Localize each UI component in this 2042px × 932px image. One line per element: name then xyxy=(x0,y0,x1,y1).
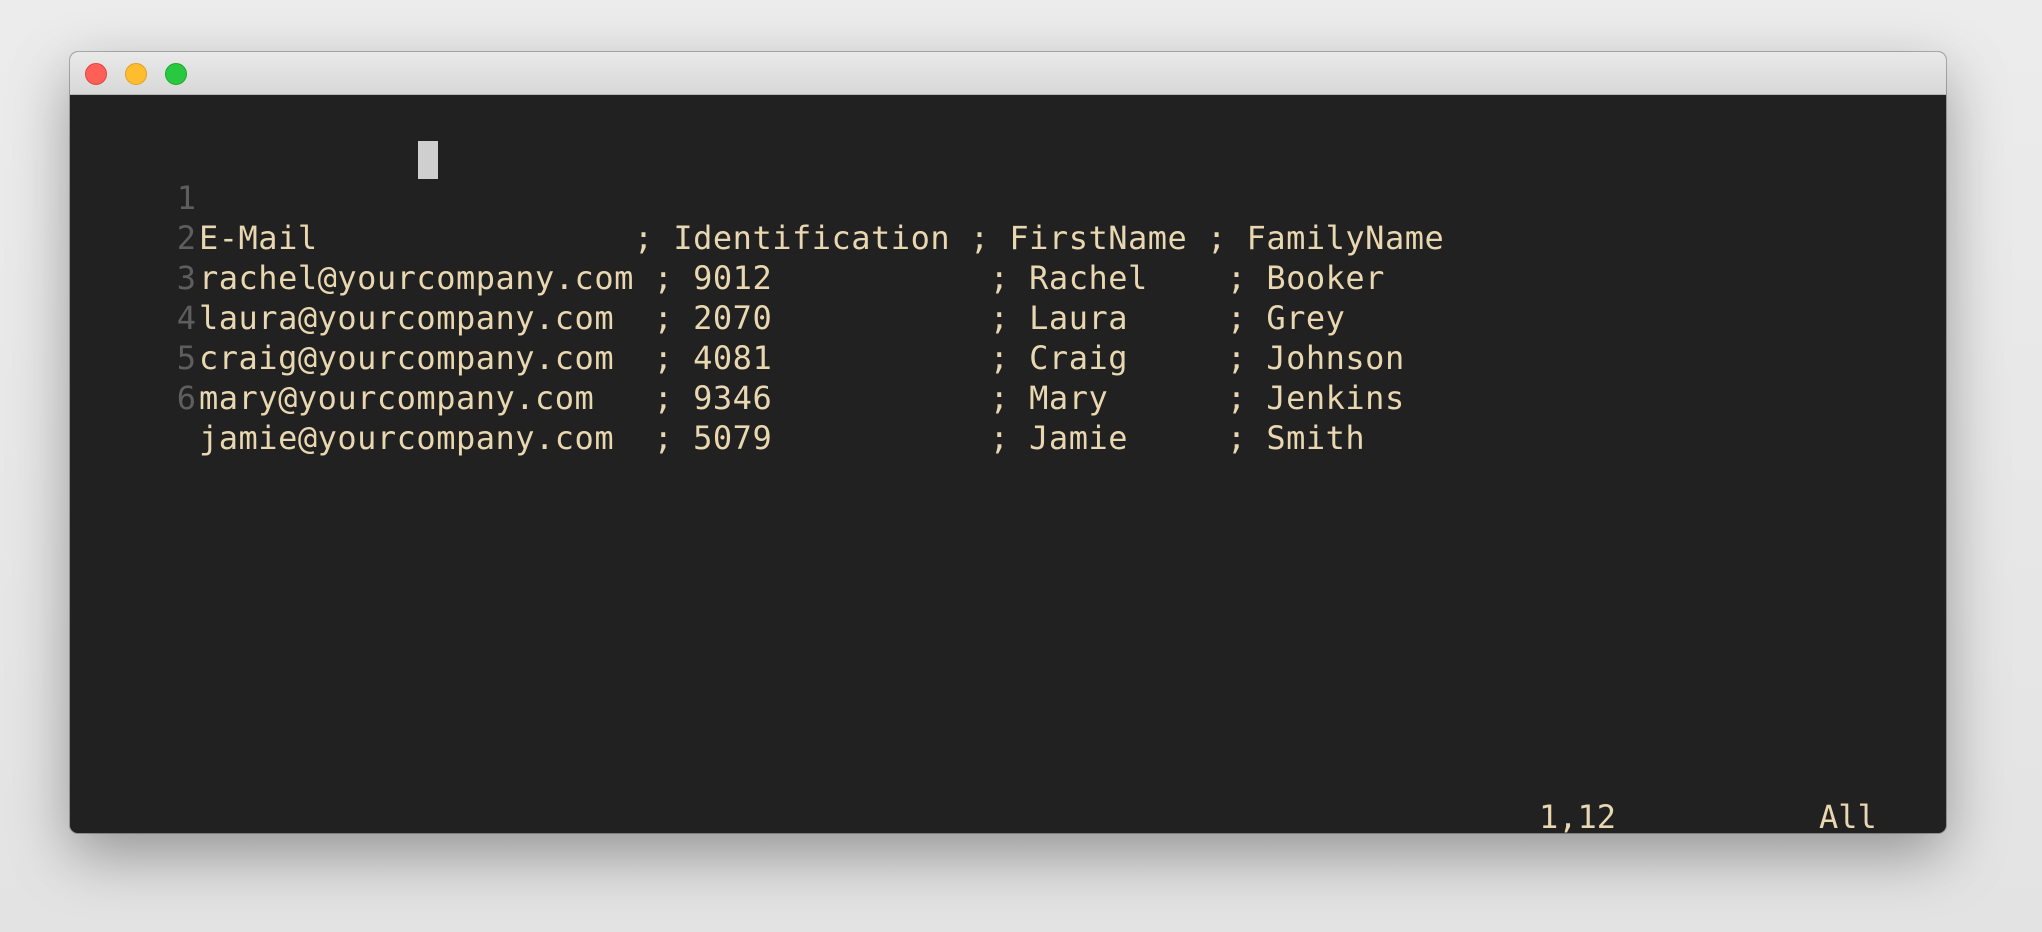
cursor-position: 1,12 xyxy=(1539,798,1617,833)
editor-line[interactable]: 5 mary@yourcompany.com ; 9346 ; Mary ; J… xyxy=(70,298,1404,417)
text-cursor xyxy=(418,141,438,179)
editor-line[interactable]: 6 jamie@yourcompany.com ; 5079 ; Jamie ;… xyxy=(70,338,1365,457)
line-text[interactable]: laura@yourcompany.com ; 2070 ; Laura ; G… xyxy=(199,298,1345,338)
editor-line[interactable]: 3 laura@yourcompany.com ; 2070 ; Laura ;… xyxy=(70,218,1345,337)
terminal-window: 1 E-Mail ; Identification ; FirstName ; … xyxy=(70,52,1946,833)
editor-line[interactable]: 2 rachel@yourcompany.com ; 9012 ; Rachel… xyxy=(70,178,1385,297)
line-text[interactable]: craig@yourcompany.com ; 4081 ; Craig ; J… xyxy=(199,338,1405,378)
line-text[interactable]: E-Mail ; Identification ; FirstName ; Fa… xyxy=(199,218,1444,258)
line-number: 6 xyxy=(176,379,196,417)
scroll-indicator: All xyxy=(1819,798,1877,833)
line-text[interactable]: jamie@yourcompany.com ; 5079 ; Jamie ; S… xyxy=(199,418,1365,458)
close-window-button[interactable] xyxy=(85,63,107,85)
minimize-window-button[interactable] xyxy=(125,63,147,85)
editor-line[interactable]: 4 craig@yourcompany.com ; 4081 ; Craig ;… xyxy=(70,258,1404,377)
editor-line[interactable]: 1 E-Mail ; Identification ; FirstName ; … xyxy=(70,138,1444,257)
zoom-window-button[interactable] xyxy=(165,63,187,85)
line-text[interactable]: mary@yourcompany.com ; 9346 ; Mary ; Jen… xyxy=(199,378,1405,418)
vim-editor[interactable]: 1 E-Mail ; Identification ; FirstName ; … xyxy=(70,95,1946,833)
line-text[interactable]: rachel@yourcompany.com ; 9012 ; Rachel ;… xyxy=(199,258,1385,298)
window-titlebar[interactable] xyxy=(70,52,1946,95)
